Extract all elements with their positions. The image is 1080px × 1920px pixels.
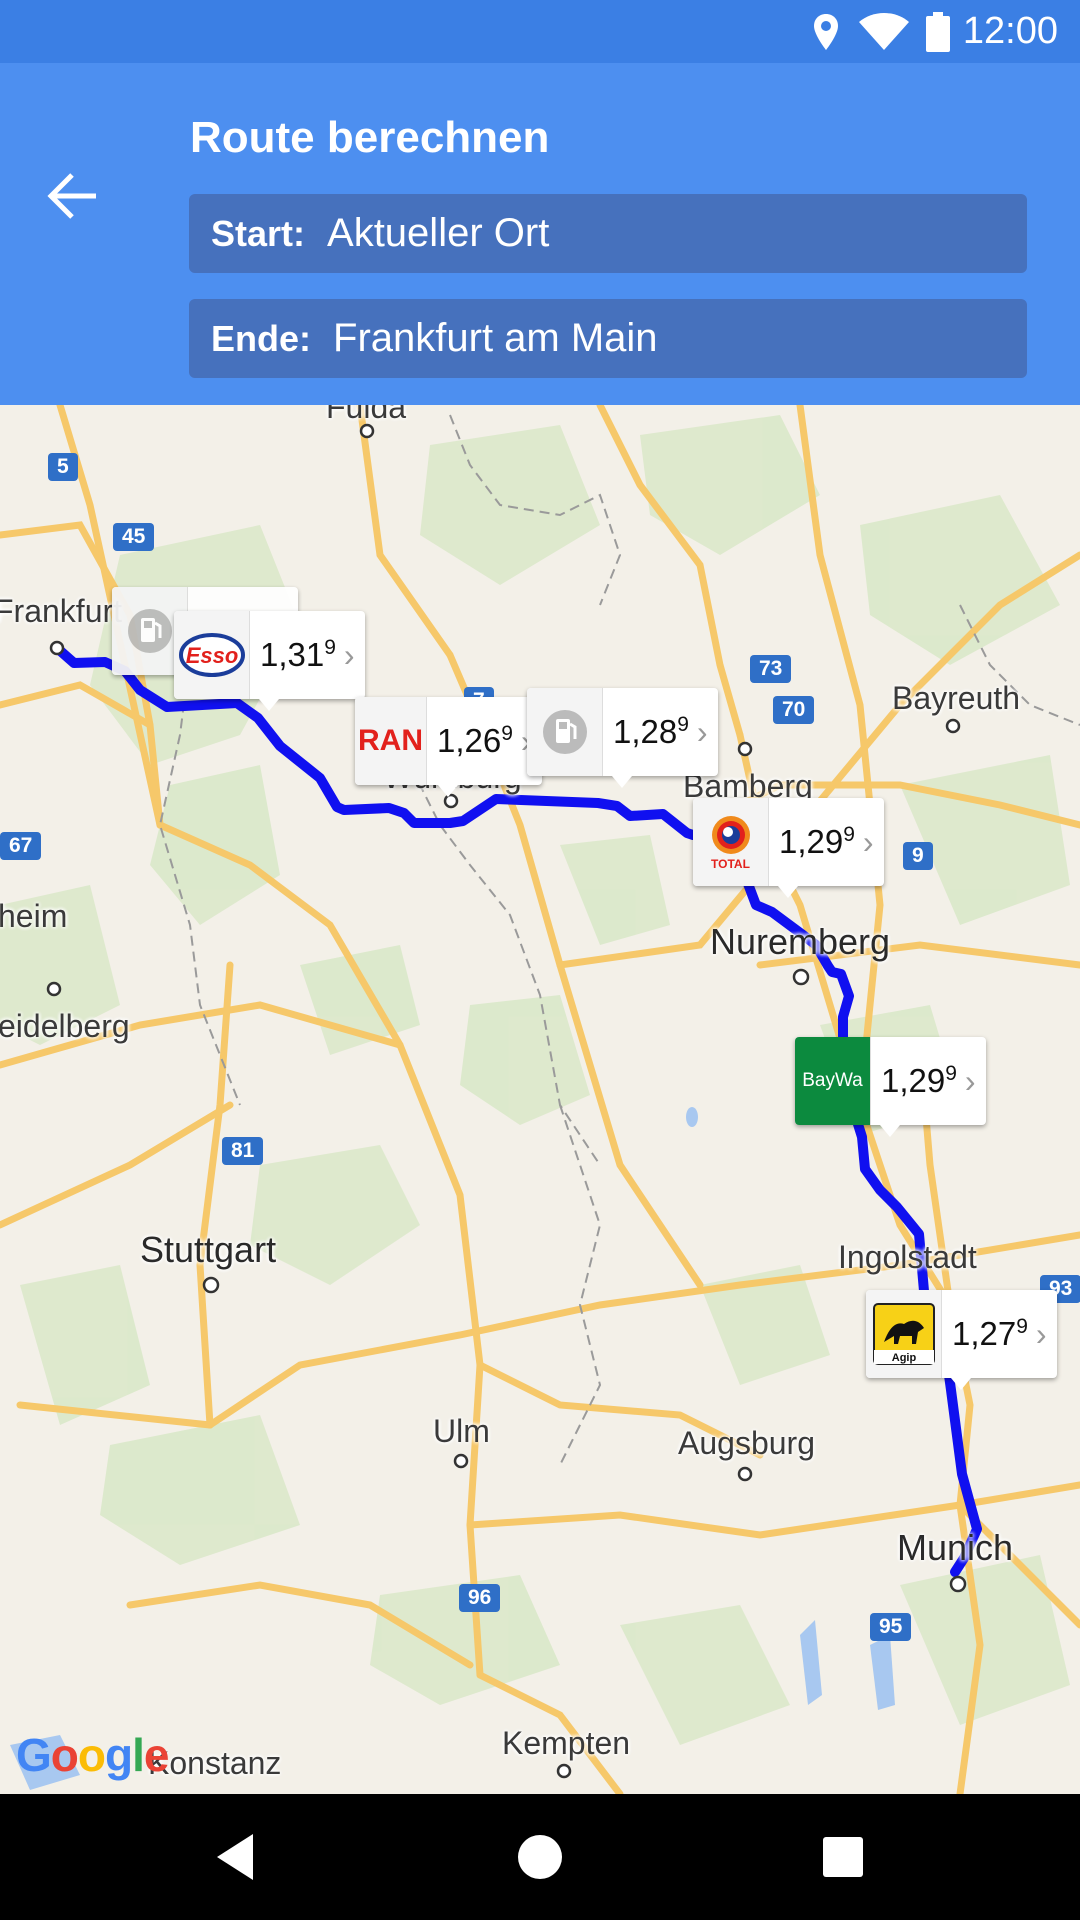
chevron-right-icon: › (964, 1062, 976, 1099)
price-label: 1,279 (952, 1315, 1028, 1352)
page-title: Route berechnen (190, 113, 550, 162)
total-logo-icon: TOTAL (693, 798, 769, 886)
end-field[interactable]: Ende: Frankfurt am Main (189, 299, 1027, 378)
wifi-icon (859, 13, 909, 50)
city-label: eidelberg (0, 1008, 130, 1044)
navigation-bar (0, 1794, 1080, 1920)
road-shield: 67 (0, 832, 42, 860)
road-shield: 96 (459, 1584, 501, 1612)
road-shield: 45 (113, 523, 155, 551)
price-label: 1,289 (613, 713, 689, 750)
price-label: 1,299 (779, 823, 855, 860)
fuel-price-marker-agip[interactable]: Agip 1,279 › (866, 1290, 1057, 1390)
baywa-logo-icon: BayWa (795, 1037, 871, 1125)
city-label: Frankfurt (0, 593, 123, 629)
price-label: 1,299 (881, 1062, 957, 1099)
start-value: Aktueller Ort (327, 211, 550, 255)
end-label: Ende: (211, 317, 312, 359)
price-label: 1,269 (437, 722, 513, 759)
nav-recents-icon[interactable] (810, 1824, 876, 1890)
fuel-price-marker-total[interactable]: TOTAL 1,299 › (693, 798, 884, 898)
fuel-price-marker-baywa[interactable]: BayWa 1,299 › (795, 1037, 986, 1137)
nav-back-icon[interactable] (203, 1824, 269, 1890)
city-label: Munich (897, 1527, 1014, 1568)
fuel-price-marker-esso[interactable]: Esso 1,319 › (174, 611, 365, 711)
city-label: Ingolstadt (838, 1239, 977, 1275)
city-label: Stuttgart (140, 1229, 277, 1270)
chevron-right-icon: › (1035, 1315, 1047, 1352)
road-shield: 73 (750, 655, 792, 683)
svg-text:Agip: Agip (891, 1352, 916, 1364)
status-bar: 12:00 (0, 0, 1080, 63)
chevron-right-icon: › (343, 636, 355, 673)
chevron-right-icon: › (862, 823, 874, 860)
fuel-pump-icon (527, 688, 603, 776)
road-shield: 95 (870, 1613, 912, 1641)
city-label: Augsburg (678, 1425, 815, 1461)
svg-text:Esso: Esso (185, 643, 238, 668)
city-label: Fulda (326, 405, 407, 425)
start-field[interactable]: Start: Aktueller Ort (189, 194, 1027, 273)
city-label: Kempten (502, 1725, 631, 1761)
ran-logo-icon: RAN (355, 697, 427, 785)
city-label: heim (0, 898, 68, 934)
battery-icon (926, 12, 950, 52)
price-label: 1,319 (260, 636, 336, 673)
location-icon (814, 14, 838, 50)
city-label: Nuremberg (710, 921, 891, 962)
fuel-price-marker-ran[interactable]: RAN 1,269 › (355, 697, 542, 797)
nav-home-icon[interactable] (507, 1824, 573, 1890)
esso-logo-icon: Esso (174, 611, 250, 699)
city-label: Ulm (433, 1413, 490, 1449)
end-value: Frankfurt am Main (333, 316, 658, 360)
google-logo: Google (16, 1729, 169, 1781)
chevron-right-icon: › (696, 713, 708, 750)
start-label: Start: (211, 212, 306, 254)
app-bar: Route berechnen Start: Aktueller Ort End… (0, 63, 1080, 405)
city-label: Bayreuth (892, 680, 1021, 716)
fuel-price-marker-generic[interactable]: 1,289 › (527, 688, 718, 788)
road-shield: 81 (222, 1137, 264, 1165)
road-shield: 5 (48, 453, 78, 481)
agip-logo-icon: Agip (866, 1290, 942, 1378)
road-shield: 70 (773, 696, 815, 724)
route-map[interactable]: 5 45 7 73 70 67 9 81 93 96 95 Fulda Fran… (0, 405, 1080, 1794)
clock: 12:00 (962, 10, 1058, 52)
road-shield: 9 (903, 842, 933, 870)
back-arrow-icon[interactable] (40, 163, 106, 229)
